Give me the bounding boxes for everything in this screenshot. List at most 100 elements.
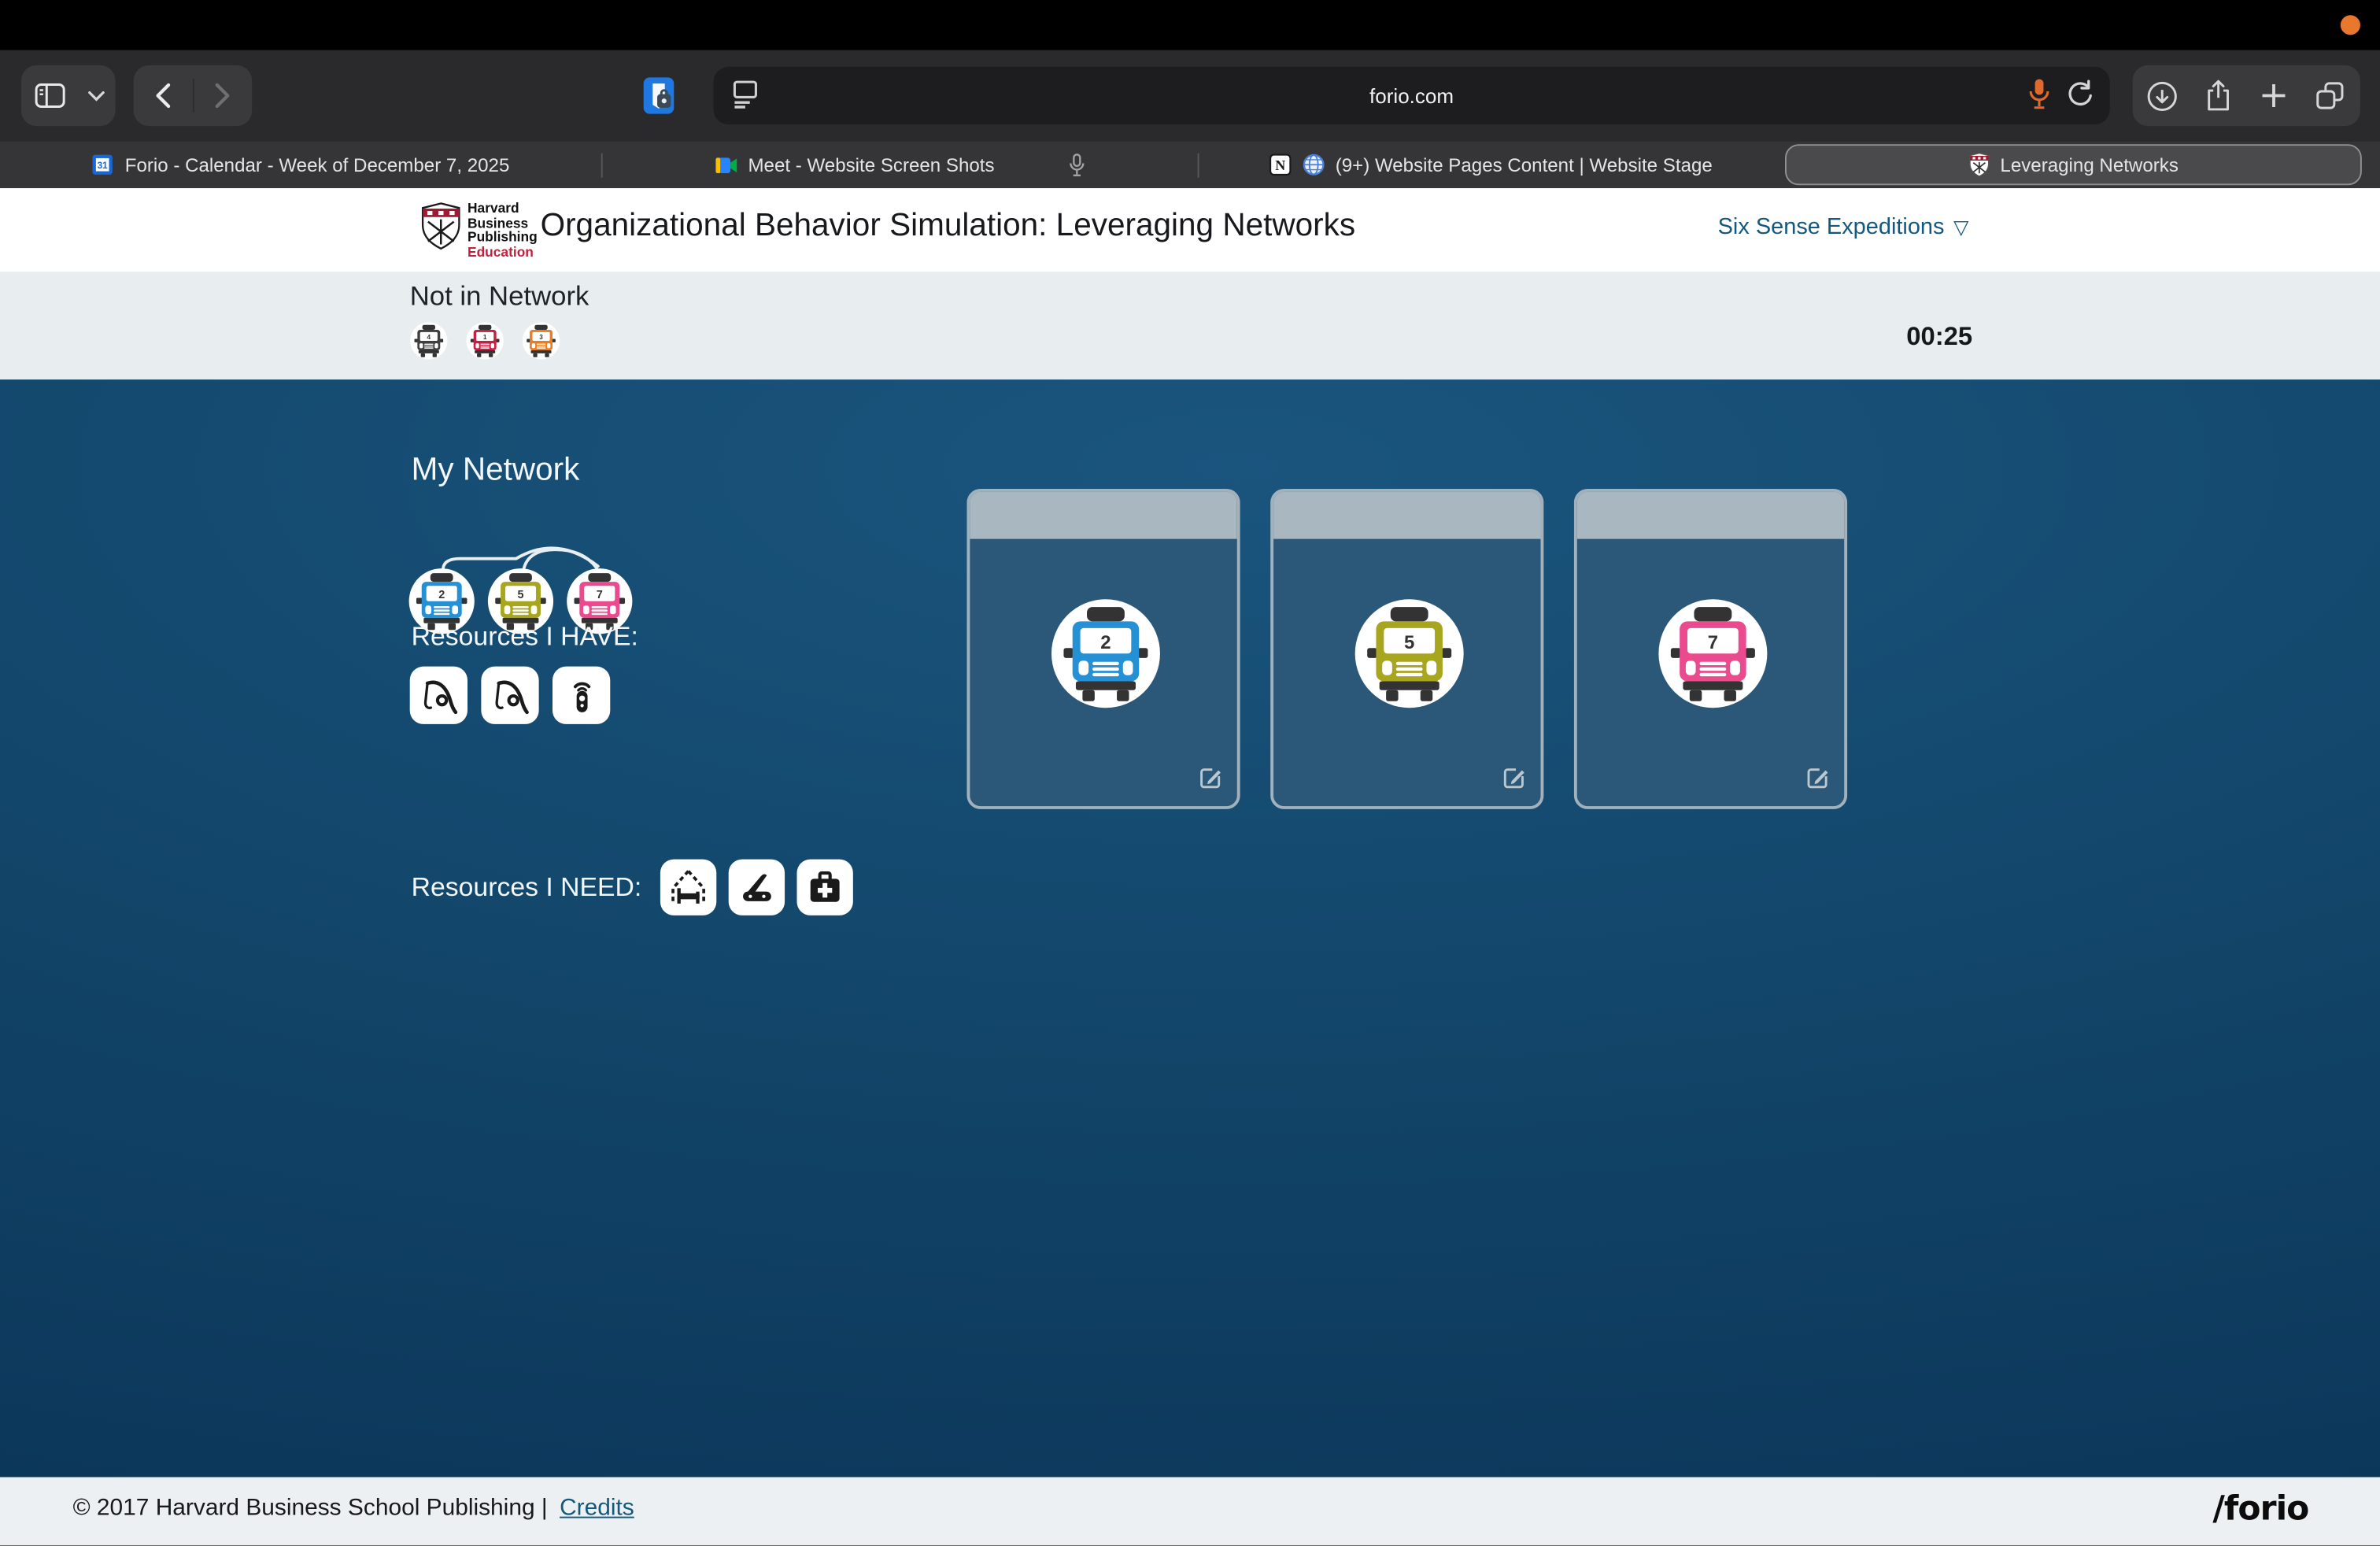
resources-have-tiles (410, 667, 611, 724)
edit-icon (1499, 764, 1528, 793)
svg-text:3: 3 (539, 334, 543, 341)
edit-card-button[interactable] (1499, 764, 1528, 793)
bus-icon: 1 (466, 322, 504, 360)
logo-line: Publishing (468, 231, 538, 245)
bus-icon: 4 (410, 322, 448, 360)
back-button[interactable] (137, 65, 189, 126)
bus-icon: 3 (522, 322, 560, 360)
url-text[interactable]: forio.com (713, 84, 2109, 107)
team-selector-label: Six Sense Expeditions (1718, 214, 1945, 240)
new-tab-icon (2260, 82, 2288, 109)
downloads-button[interactable] (2137, 65, 2189, 126)
bus-icon: 2 (1051, 598, 1162, 709)
harvard-shield-icon (1968, 152, 1990, 178)
fishing-rod-icon (418, 675, 459, 716)
sidebar-toggle-button[interactable] (24, 65, 76, 126)
simulation-header: Harvard Business Publishing Education Or… (0, 188, 2380, 272)
team-selector[interactable]: Six Sense Expeditions ▽ (1718, 214, 1969, 240)
bus-icon: 7 (1658, 598, 1768, 709)
team-dropdown-icon: ▽ (1953, 215, 1968, 239)
resources-have-label: Resources I HAVE: (412, 621, 638, 653)
resources-need-tiles (660, 860, 852, 915)
resource-tile-first-aid-kit[interactable] (796, 860, 852, 915)
logo-line: Harvard (468, 202, 538, 216)
tab-leveraging-networks-active[interactable]: Leveraging Networks (1785, 144, 2362, 185)
tab-label: (9+) Website Pages Content | Website Sta… (1336, 154, 1713, 176)
credits-link[interactable]: Credits (560, 1496, 634, 1523)
sidebar-icon (35, 82, 65, 109)
svg-text:5: 5 (517, 589, 523, 601)
reload-button[interactable] (2066, 78, 2095, 109)
sat-phone-icon (561, 675, 602, 716)
reload-icon (2066, 78, 2095, 109)
tent-bed-icon (667, 867, 708, 908)
edit-icon (1196, 764, 1225, 793)
tab-bar: 31 Forio - Calendar - Week of December 7… (0, 141, 2380, 188)
hbp-shield-icon (420, 202, 461, 250)
notion-icon: N (1269, 153, 1292, 176)
forio-logo: /forio (2212, 1491, 2308, 1529)
tab-overview-icon (2315, 80, 2345, 111)
resource-tile-tent-bed[interactable] (660, 860, 715, 915)
resource-tile-sat-phone[interactable] (552, 667, 610, 724)
share-button[interactable] (2193, 65, 2245, 126)
not-in-network-bus-1[interactable]: 1 (466, 322, 504, 360)
svg-text:31: 31 (98, 161, 109, 171)
member-card-bus-badge: 5 (1354, 598, 1465, 709)
member-card-bus-2[interactable]: 2 (966, 489, 1240, 809)
tab-website-pages[interactable]: N (9+) Website Pages Content | Website S… (1199, 141, 1783, 188)
tab-mic-icon (1069, 153, 1085, 177)
edit-icon (1803, 764, 1832, 793)
first-aid-kit-icon (804, 867, 845, 908)
tab-label: Forio - Calendar - Week of December 7, 2… (125, 154, 510, 176)
chevron-down-icon (87, 91, 104, 101)
simulation-canvas: My Network 2 5 (0, 379, 2380, 1477)
page-footer: © 2017 Harvard Business School Publishin… (0, 1477, 2380, 1545)
resource-tile-pocket-knife[interactable] (728, 860, 784, 915)
member-card-bus-7[interactable]: 7 (1574, 489, 1847, 809)
forward-button[interactable] (197, 65, 249, 126)
address-bar[interactable]: forio.com (713, 67, 2109, 124)
resource-tile-fishing-rod[interactable] (481, 667, 538, 724)
edit-card-button[interactable] (1803, 764, 1832, 793)
countdown-timer: 00:25 (1906, 322, 1972, 353)
nav-button-group (134, 65, 252, 126)
macos-menubar (0, 0, 2380, 50)
pocket-knife-icon (736, 867, 777, 908)
screen: forio.com (0, 0, 2380, 1545)
forward-icon (213, 82, 231, 109)
svg-text:7: 7 (597, 589, 603, 601)
member-card-bus-badge: 7 (1658, 598, 1768, 709)
tab-label: Meet - Website Screen Shots (748, 154, 994, 176)
google-meet-icon (715, 156, 737, 174)
tab-label: Leveraging Networks (2000, 154, 2178, 176)
member-card-name-bar (1273, 492, 1540, 539)
svg-text:1: 1 (483, 334, 487, 341)
svg-text:2: 2 (1100, 632, 1111, 653)
nav-divider (192, 79, 194, 112)
svg-text:7: 7 (1708, 632, 1718, 653)
logo-line-education: Education (468, 245, 538, 259)
copyright-text: © 2017 Harvard Business School Publishin… (73, 1496, 548, 1523)
resource-tile-fishing-rod[interactable] (410, 667, 468, 724)
tab-forio-calendar[interactable]: 31 Forio - Calendar - Week of December 7… (0, 141, 601, 188)
password-extension-button[interactable] (636, 72, 682, 120)
status-bar: Not in Network 4 1 (0, 272, 2380, 379)
my-network-label: My Network (412, 453, 580, 489)
not-in-network-buses: 4 1 3 (410, 322, 560, 360)
download-icon (2147, 80, 2179, 111)
hbp-logo: Harvard Business Publishing Education (420, 202, 537, 259)
svg-text:N: N (1275, 157, 1285, 173)
member-card-bus-5[interactable]: 5 (1270, 489, 1543, 809)
svg-text:2: 2 (438, 589, 445, 601)
edit-card-button[interactable] (1196, 764, 1225, 793)
recording-indicator-dot[interactable] (2341, 15, 2360, 35)
not-in-network-bus-3[interactable]: 3 (522, 322, 560, 360)
sidebar-menu-button[interactable] (79, 65, 112, 126)
tab-meet[interactable]: Meet - Website Screen Shots (603, 141, 1198, 188)
tab-overview-button[interactable] (2304, 65, 2356, 126)
not-in-network-bus-4[interactable]: 4 (410, 322, 448, 360)
page-content: Harvard Business Publishing Education Or… (0, 188, 2380, 1545)
dictation-button[interactable] (2028, 77, 2051, 110)
new-tab-button[interactable] (2249, 65, 2301, 126)
